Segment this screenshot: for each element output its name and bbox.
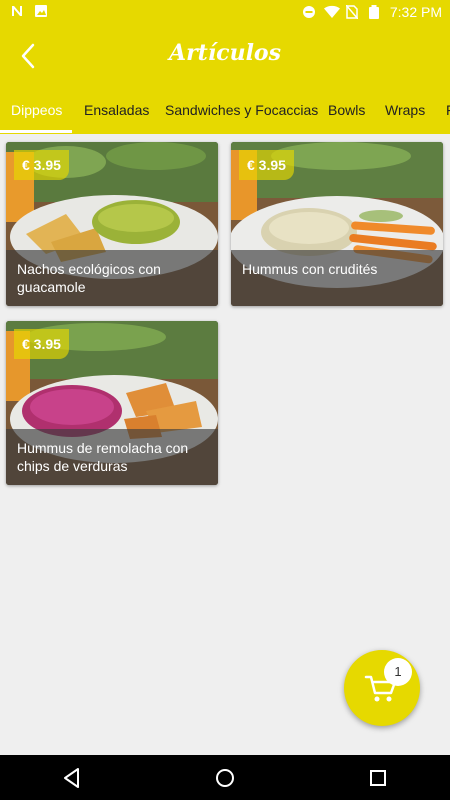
image-notification-icon	[34, 4, 48, 18]
system-navigation-bar	[0, 755, 450, 800]
page-title: Artículos	[169, 40, 281, 66]
price-badge: € 3.95	[14, 329, 69, 359]
tab-next-partial[interactable]: F	[446, 102, 450, 118]
active-tab-indicator	[0, 130, 72, 133]
product-name: Nachos ecológicos con guacamole	[6, 250, 218, 306]
clock: 7:32 PM	[389, 4, 442, 20]
tab-dippeos[interactable]: Dippeos	[11, 102, 62, 118]
tab-sandwiches-focaccias[interactable]: Sandwiches y Focaccias	[165, 102, 318, 118]
tab-bowls[interactable]: Bowls	[328, 102, 365, 118]
recents-square-icon[interactable]	[364, 764, 392, 792]
product-card-hummus-remolacha[interactable]: € 3.95 Hummus de remolacha con chips de …	[6, 321, 218, 485]
notification-n-icon	[10, 4, 24, 18]
price-badge: € 3.95	[239, 150, 294, 180]
category-tabs: Dippeos Ensaladas Sandwiches y Focaccias…	[0, 88, 450, 134]
tab-ensaladas[interactable]: Ensaladas	[84, 102, 149, 118]
battery-icon	[368, 5, 382, 19]
product-card-nachos[interactable]: € 3.95 Nachos ecológicos con guacamole	[6, 142, 218, 306]
cart-button[interactable]: 1	[344, 650, 420, 726]
home-circle-icon[interactable]	[211, 764, 239, 792]
product-name: Hummus de remolacha con chips de verdura…	[6, 429, 218, 485]
status-bar: 7:32 PM	[0, 0, 450, 24]
do-not-disturb-icon	[302, 5, 316, 19]
wifi-icon	[323, 5, 340, 19]
cart-count-badge: 1	[384, 658, 412, 686]
no-sim-icon	[345, 4, 360, 20]
tab-wraps[interactable]: Wraps	[385, 102, 425, 118]
back-triangle-icon[interactable]	[58, 764, 86, 792]
app-bar: Artículos	[0, 24, 450, 88]
product-card-hummus-crudites[interactable]: € 3.95 Hummus con crudités	[231, 142, 443, 306]
price-badge: € 3.95	[14, 150, 69, 180]
product-name: Hummus con crudités	[231, 250, 443, 306]
